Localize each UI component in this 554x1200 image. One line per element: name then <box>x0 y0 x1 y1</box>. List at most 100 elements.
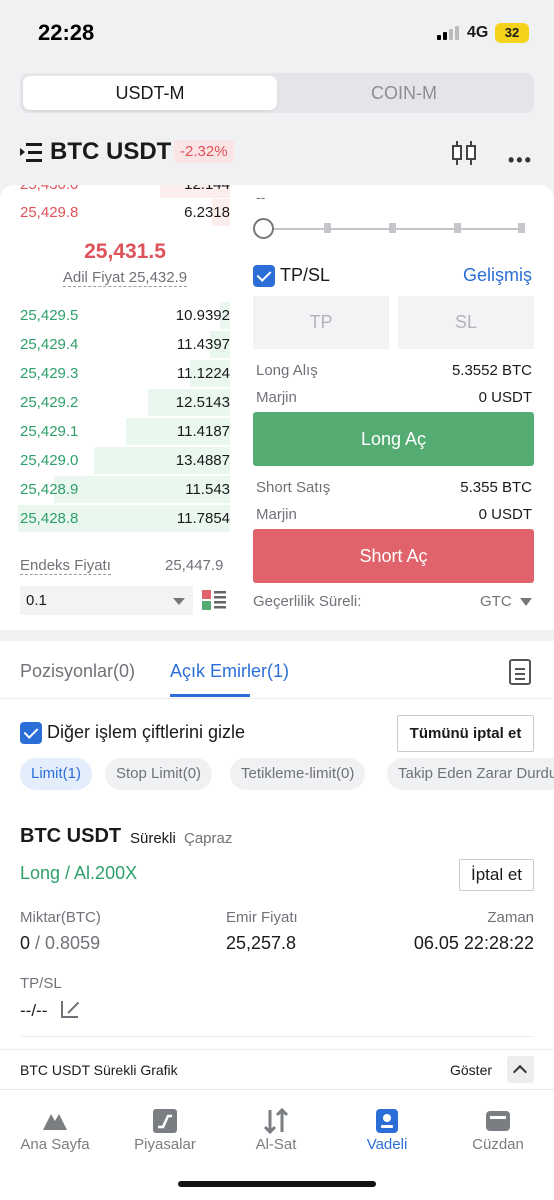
filter-chip-stop-limit[interactable]: Stop Limit(0) <box>105 758 213 790</box>
order-price-label: Emir Fiyatı <box>226 909 298 926</box>
futures-icon <box>376 1109 398 1133</box>
validity-select[interactable]: GTC <box>480 593 532 610</box>
filter-chip-limit[interactable]: Limit(1) <box>20 758 93 790</box>
orderbook-bid-row[interactable]: 25,429.1 11.4187 <box>0 417 230 446</box>
tpsl-checkbox[interactable] <box>253 265 275 287</box>
ask-qty: 12.144 <box>184 185 230 193</box>
index-price-label: Endeks Fiyatı <box>20 557 111 575</box>
bid-qty: 11.4397 <box>176 336 230 353</box>
long-buy-value: 5.3552 BTC <box>451 362 532 379</box>
order-tpsl-label: TP/SL <box>20 975 62 992</box>
long-margin-value: 0 USDT <box>478 389 532 406</box>
hide-other-pairs-checkbox[interactable] <box>20 722 42 744</box>
bid-qty: 11.4187 <box>176 423 230 440</box>
nav-label: Al-Sat <box>255 1136 297 1153</box>
trade-icon <box>263 1108 289 1134</box>
amount-value: -- <box>256 189 266 205</box>
filter-chip-trailing-stop[interactable]: Takip Eden Zarar Durdur(0) <box>387 758 554 790</box>
sl-input[interactable]: SL <box>398 296 534 349</box>
tp-input[interactable]: TP <box>253 296 389 349</box>
slider-tick <box>454 223 461 233</box>
bid-price: 25,428.9 <box>20 481 79 498</box>
order-pair: BTC USDT <box>20 825 122 847</box>
validity-label: Geçerlilik Süreli: <box>253 593 362 610</box>
more-options-icon[interactable]: ••• <box>508 150 533 171</box>
bid-price: 25,429.0 <box>20 452 79 469</box>
ask-qty: 6.2318 <box>184 204 230 221</box>
segment-coin-m[interactable]: COIN-M <box>277 76 531 110</box>
order-qty-filled: 0 <box>20 933 31 953</box>
pair-menu-icon[interactable] <box>20 143 42 162</box>
order-margin-mode: Çapraz <box>184 830 233 847</box>
tpsl-label: TP/SL <box>280 265 331 285</box>
long-buy-label: Long Alış <box>256 362 318 379</box>
nav-label: Cüzdan <box>472 1136 524 1153</box>
price-step-value: 0.1 <box>26 592 47 609</box>
orderbook-bid-row[interactable]: 25,428.8 11.7854 <box>0 504 230 533</box>
divider <box>20 1036 534 1037</box>
orderbook-ask-row[interactable]: 25,430.0 12.144 <box>0 185 230 199</box>
open-long-button[interactable]: Long Aç <box>253 412 534 466</box>
orderbook-bid-row[interactable]: 25,429.4 11.4397 <box>0 330 230 359</box>
home-indicator <box>178 1181 376 1187</box>
bid-qty: 11.1224 <box>176 365 230 382</box>
orderbook-bid-row[interactable]: 25,429.3 11.1224 <box>0 359 230 388</box>
bid-price: 25,428.8 <box>20 510 79 527</box>
margin-type-segment: USDT-M COIN-M <box>20 73 534 113</box>
network-type: 4G <box>467 24 489 41</box>
tab-open-orders[interactable]: Açık Emirler(1) <box>170 661 289 682</box>
trade-panel: 25,430.0 12.144 25,429.8 6.2318 25,431.5… <box>0 185 554 630</box>
index-price-value: 25,447.9 <box>165 557 224 574</box>
order-history-icon[interactable] <box>509 659 531 685</box>
slider-handle[interactable] <box>253 218 274 239</box>
orderbook-bid-row[interactable]: 25,429.0 13.4887 <box>0 446 230 475</box>
order-qty-total: / 0.8059 <box>35 933 101 953</box>
nav-label: Piyasalar <box>134 1136 196 1153</box>
bid-qty: 12.5143 <box>175 394 230 411</box>
bid-qty: 11.543 <box>185 481 230 498</box>
orderbook-ask-row[interactable]: 25,429.8 6.2318 <box>0 198 230 227</box>
short-margin-label: Marjin <box>256 506 297 523</box>
order-contract-type: Sürekli <box>130 830 176 847</box>
bid-price: 25,429.2 <box>20 394 79 411</box>
ask-price: 25,430.0 <box>20 185 78 193</box>
bid-qty: 10.9392 <box>175 307 230 324</box>
price-change-badge: -2.32% <box>174 140 234 163</box>
chart-label: BTC USDT Sürekli Grafik <box>20 1062 178 1078</box>
orderbook-bid-row[interactable]: 25,428.9 11.543 <box>0 475 230 504</box>
orderbook-layout-icon[interactable] <box>202 589 226 611</box>
order-qty-value: 0 / 0.8059 <box>20 933 100 954</box>
pair-title[interactable]: BTC USDT <box>50 138 171 166</box>
fair-price: Adil Fiyat 25,432.9 <box>0 269 250 287</box>
segment-usdt-m[interactable]: USDT-M <box>23 76 277 110</box>
cancel-order-button[interactable]: İptal et <box>459 859 534 891</box>
battery-level: 32 <box>504 25 520 40</box>
tab-positions[interactable]: Pozisyonlar(0) <box>20 661 135 682</box>
open-short-button[interactable]: Short Aç <box>253 529 534 583</box>
home-icon <box>43 1114 67 1130</box>
bid-price: 25,429.3 <box>20 365 79 382</box>
chart-bar: BTC USDT Sürekli Grafik Göster <box>0 1049 554 1089</box>
chevron-up-icon[interactable] <box>507 1056 534 1083</box>
last-price[interactable]: 25,431.5 <box>0 240 250 264</box>
candlestick-chart-icon[interactable] <box>450 140 478 166</box>
wallet-icon <box>486 1111 510 1131</box>
orderbook-bid-row[interactable]: 25,429.2 12.5143 <box>0 388 230 417</box>
price-step-select[interactable]: 0.1 <box>20 586 193 615</box>
short-sell-value: 5.355 BTC <box>460 479 532 496</box>
battery-icon: 32 <box>495 23 529 43</box>
cancel-all-button[interactable]: Tümünü iptal et <box>397 715 534 752</box>
filter-chip-trigger-limit[interactable]: Tetikleme-limit(0) <box>230 758 366 790</box>
slider-tick <box>324 223 331 233</box>
order-tpsl-value: --/-- <box>20 1001 48 1020</box>
bid-price: 25,429.1 <box>20 423 79 440</box>
orderbook-bid-row[interactable]: 25,429.5 10.9392 <box>0 301 230 330</box>
signal-icon <box>437 26 459 40</box>
advanced-link[interactable]: Gelişmiş <box>463 265 532 286</box>
nav-label: Vadeli <box>366 1136 408 1153</box>
order-time-value: 06.05 22:28:22 <box>413 933 534 953</box>
chart-show-label[interactable]: Göster <box>450 1062 492 1078</box>
nav-label: Ana Sayfa <box>20 1136 90 1153</box>
edit-icon[interactable] <box>61 1001 78 1018</box>
order-price-value: 25,257.8 <box>226 933 297 953</box>
